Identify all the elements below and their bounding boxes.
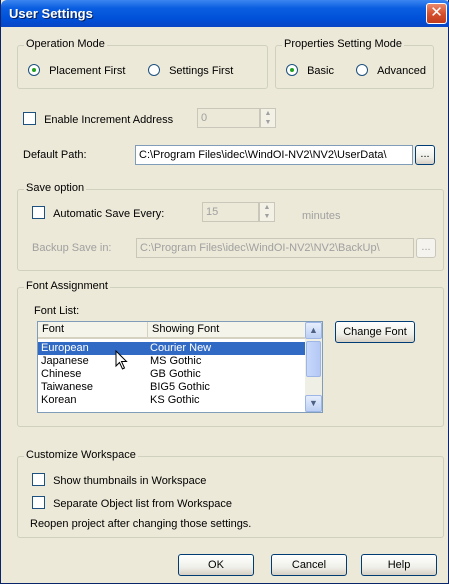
default-path-label: Default Path: <box>23 149 87 161</box>
customize-workspace-legend: Customize Workspace <box>24 449 138 461</box>
show-thumbnails-checkbox[interactable]: Show thumbnails in Workspace <box>32 473 206 487</box>
showing-font-cell: Courier New <box>150 342 212 355</box>
font-name-cell: Taiwanese <box>41 381 93 393</box>
basic-label: Basic <box>307 65 334 77</box>
enable-increment-label: Enable Increment Address <box>44 114 174 126</box>
change-font-button[interactable]: Change Font <box>335 321 415 343</box>
checkbox-icon[interactable] <box>32 473 45 486</box>
show-thumbnails-label: Show thumbnails in Workspace <box>53 475 207 487</box>
placement-first-label: Placement First <box>49 65 126 77</box>
scroll-thumb[interactable] <box>306 341 321 377</box>
settings-first-label: Settings First <box>169 65 234 77</box>
checkbox-icon[interactable] <box>32 496 45 509</box>
window-title: User Settings <box>9 6 93 21</box>
increment-value-field: 0 <box>197 108 260 128</box>
placement-first-radio[interactable]: Placement First <box>28 64 125 77</box>
font-name-cell: Korean <box>41 394 77 406</box>
checkbox-icon[interactable] <box>23 112 36 125</box>
minutes-label: minutes <box>302 210 341 222</box>
scroll-down-icon[interactable]: ▼ <box>305 395 322 412</box>
checkbox-icon[interactable] <box>32 206 45 219</box>
save-option-group: Save option Automatic Save Every: 15 ▲ ▼ … <box>17 182 444 271</box>
automatic-save-label: Automatic Save Every: <box>53 208 165 220</box>
mouse-cursor-icon <box>115 350 128 370</box>
separate-object-list-label: Separate Object list from Workspace <box>53 498 232 510</box>
scroll-up-icon[interactable]: ▲ <box>305 322 322 339</box>
ok-button[interactable]: OK <box>178 554 254 576</box>
spin-up-icon: ▲ <box>263 204 271 211</box>
operation-mode-legend: Operation Mode <box>24 38 107 50</box>
font-name-cell: European <box>41 342 89 355</box>
font-name-cell: Chinese <box>41 368 82 380</box>
font-assignment-legend: Font Assignment <box>24 280 110 292</box>
settings-first-radio[interactable]: Settings First <box>148 64 233 77</box>
font-list-row[interactable]: Chinese GB Gothic <box>38 368 306 381</box>
showing-font-cell: GB Gothic <box>150 368 201 380</box>
backup-browse-button: ... <box>416 238 436 258</box>
default-path-browse-button[interactable]: ... <box>415 145 435 165</box>
customize-workspace-group: Customize Workspace Show thumbnails in W… <box>17 449 444 538</box>
font-list-row[interactable]: Korean KS Gothic <box>38 394 306 407</box>
automatic-save-checkbox[interactable]: Automatic Save Every: <box>32 206 164 220</box>
column-header-font[interactable]: Font <box>38 322 148 339</box>
increment-spinner: ▲ ▼ <box>260 108 276 128</box>
radio-icon[interactable] <box>356 64 368 76</box>
default-path-field[interactable]: C:\Program Files\idec\WindOI-NV2\NV2\Use… <box>135 145 413 165</box>
font-name-cell: Japanese <box>41 355 89 367</box>
showing-font-cell: KS Gothic <box>150 394 200 406</box>
spin-down-icon: ▼ <box>263 213 271 220</box>
auto-save-interval-field: 15 <box>202 202 259 222</box>
separate-object-list-checkbox[interactable]: Separate Object list from Workspace <box>32 496 232 510</box>
radio-selected-icon[interactable] <box>286 64 298 76</box>
spin-down-icon: ▼ <box>264 119 272 126</box>
properties-mode-legend: Properties Setting Mode <box>282 38 405 50</box>
radio-selected-icon[interactable] <box>28 64 40 76</box>
close-button[interactable]: ✕ <box>426 3 447 24</box>
cancel-button[interactable]: Cancel <box>271 554 347 576</box>
advanced-label: Advanced <box>377 65 426 77</box>
auto-save-spinner: ▲ ▼ <box>259 202 275 222</box>
font-list-row[interactable]: Taiwanese BIG5 Gothic <box>38 381 306 394</box>
operation-mode-group: Operation Mode Placement First Settings … <box>17 38 268 89</box>
font-list-scrollbar[interactable]: ▲ ▼ <box>305 322 322 412</box>
save-option-legend: Save option <box>24 182 87 194</box>
font-list-header: Font Showing Font <box>38 322 306 339</box>
font-list-label: Font List: <box>34 305 80 317</box>
spin-up-icon: ▲ <box>264 110 272 117</box>
user-settings-dialog: User Settings ✕ Operation Mode Placement… <box>0 0 449 584</box>
workspace-note: Reopen project after changing those sett… <box>30 518 252 530</box>
basic-radio[interactable]: Basic <box>286 64 334 77</box>
advanced-radio[interactable]: Advanced <box>356 64 426 77</box>
backup-path-field: C:\Program Files\idec\WindOI-NV2\NV2\Bac… <box>136 238 414 258</box>
font-list-row[interactable]: European Courier New <box>38 342 306 355</box>
radio-icon[interactable] <box>148 64 160 76</box>
showing-font-cell: BIG5 Gothic <box>150 381 210 393</box>
column-header-showing-font[interactable]: Showing Font <box>148 322 306 339</box>
font-list-row[interactable]: Japanese MS Gothic <box>38 355 306 368</box>
properties-setting-mode-group: Properties Setting Mode Basic Advanced <box>275 38 434 89</box>
showing-font-cell: MS Gothic <box>150 355 202 367</box>
font-list[interactable]: Font Showing Font European Courier New J… <box>37 321 323 413</box>
enable-increment-checkbox[interactable]: Enable Increment Address <box>23 112 173 126</box>
title-bar[interactable]: User Settings ✕ <box>1 0 449 27</box>
help-button[interactable]: Help <box>361 554 437 576</box>
backup-save-label: Backup Save in: <box>32 242 112 254</box>
